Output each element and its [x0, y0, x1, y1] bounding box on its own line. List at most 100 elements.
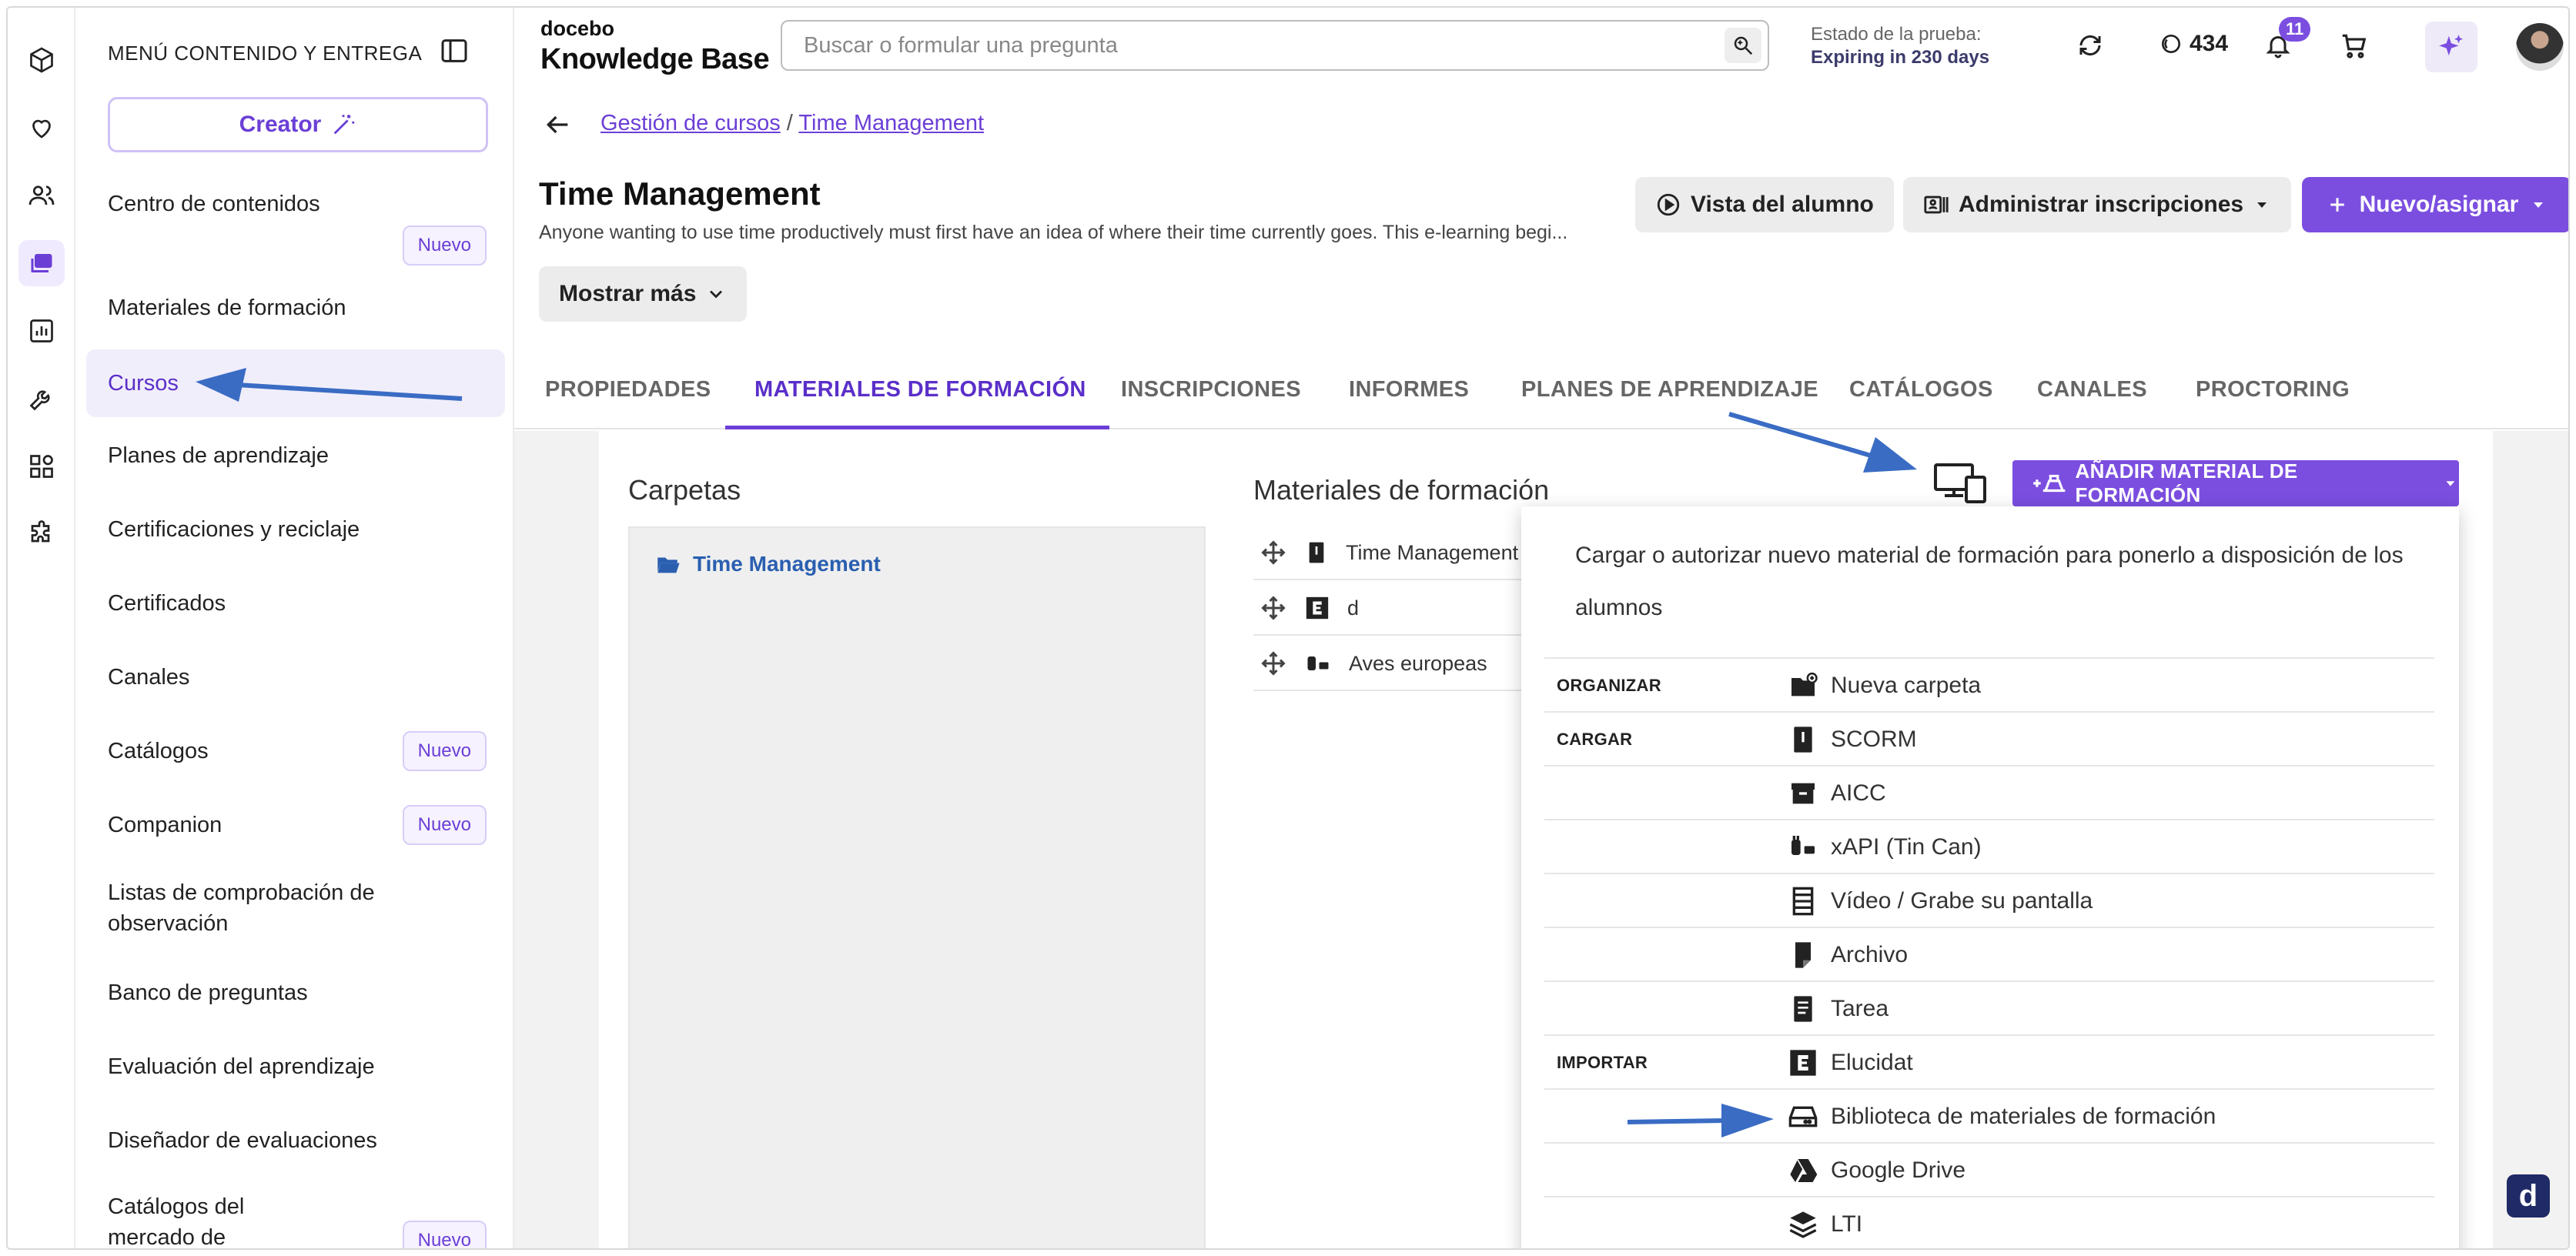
sidebar-toggle-icon[interactable] [439, 35, 473, 69]
show-more-button[interactable]: Mostrar más [539, 266, 748, 322]
sidebar-item-certificaciones[interactable]: Certificaciones y reciclaje [108, 514, 500, 545]
credits-counter[interactable]: 434 [2159, 31, 2228, 57]
sidebar-item-mercado[interactable]: Catálogos del mercado de [108, 1191, 308, 1248]
menu-item-archivo[interactable]: Archivo [1788, 928, 1908, 982]
google-drive-icon [1790, 1159, 1818, 1182]
materials-title: Materiales de formación [1253, 474, 1550, 506]
multi-device-icon[interactable] [1932, 462, 1988, 505]
aicc-icon [1791, 783, 1815, 804]
magic-wand-icon [334, 115, 355, 135]
drag-handle-icon[interactable] [1260, 539, 1287, 566]
menu-item-aicc[interactable]: AICC [1788, 767, 1886, 820]
cube-icon[interactable] [18, 37, 65, 83]
menu-item-lti[interactable]: LTI [1788, 1198, 1862, 1248]
breadcrumb: Gestión de cursos / Time Management [601, 111, 984, 136]
menu-item-video[interactable]: Vídeo / Grabe su pantalla [1788, 874, 2093, 928]
breadcrumb-current[interactable]: Time Management [798, 111, 984, 135]
sync-icon[interactable] [2071, 26, 2109, 65]
folder-open-icon [657, 557, 680, 573]
menu-item-elucidat[interactable]: Elucidat [1788, 1036, 1913, 1090]
elucidat-icon [1790, 1050, 1816, 1076]
ai-sparkle-icon[interactable] [2425, 22, 2477, 72]
tab-materiales[interactable]: MATERIALES DE FORMACIÓN [725, 377, 1109, 429]
creator-label: Creator [239, 112, 322, 137]
avatar[interactable] [2516, 23, 2564, 71]
tab-proctoring[interactable]: PROCTORING [2196, 377, 2350, 429]
sidebar-item-canales[interactable]: Canales [108, 662, 500, 693]
breadcrumb-separator: / [786, 111, 793, 135]
sidebar-item-centro-contenidos[interactable]: Centro de contenidos [108, 189, 385, 219]
back-arrow-icon[interactable] [542, 109, 576, 140]
menu-item-tarea[interactable]: Tarea [1788, 982, 1889, 1036]
list-item[interactable]: Time Management [1253, 526, 1546, 580]
lti-icon [1789, 1211, 1817, 1238]
search-icon[interactable] [1725, 28, 1761, 63]
search-input[interactable]: Buscar o formular una pregunta [781, 20, 1769, 71]
category-importar: IMPORTAR [1557, 1053, 1648, 1072]
dropdown-row: Tarea [1544, 980, 2434, 1034]
content-library-icon[interactable] [18, 240, 65, 286]
list-item[interactable]: Aves europeas [1253, 637, 1546, 691]
annotation-arrow [196, 368, 463, 402]
users-icon[interactable] [18, 172, 65, 219]
tab-inscripciones[interactable]: INSCRIPCIONES [1121, 377, 1301, 429]
drag-handle-icon[interactable] [1260, 594, 1287, 622]
heart-icon[interactable] [18, 105, 65, 151]
tab-canales[interactable]: CANALES [2037, 377, 2147, 429]
credits-value: 434 [2190, 31, 2229, 56]
menu-item-biblioteca[interactable]: Biblioteca de materiales de formación [1788, 1090, 2216, 1144]
caret-down-icon [2257, 202, 2267, 208]
dropdown-row: ORGANIZAR Nueva carpeta [1544, 657, 2434, 711]
menu-item-xapi[interactable]: xAPI (Tin Can) [1788, 820, 1982, 874]
sidebar-item-listas[interactable]: Listas de comprobación de observación [108, 877, 400, 939]
elucidat-icon [1306, 596, 1329, 620]
sidebar-item-materiales[interactable]: Materiales de formación [108, 292, 500, 323]
search-placeholder: Buscar o formular una pregunta [804, 32, 1118, 58]
add-material-button[interactable]: AÑADIR MATERIAL DE FORMACIÓN [2012, 459, 2459, 506]
tab-informes[interactable]: INFORMES [1349, 377, 1469, 429]
dropdown-row: CARGAR SCORM [1544, 711, 2434, 765]
dropdown-row: IMPORTAR Elucidat [1544, 1034, 2434, 1088]
manage-enrollments-button[interactable]: Administrar inscripciones [1903, 177, 2292, 232]
new-assign-button[interactable]: Nuevo/asignar [2302, 177, 2568, 232]
list-item[interactable]: d [1253, 582, 1546, 636]
creator-button[interactable]: Creator [108, 97, 488, 152]
enrollments-icon [1924, 195, 1949, 214]
trial-value: Expiring in 230 days [1811, 47, 1990, 68]
breadcrumb-gestion-cursos[interactable]: Gestión de cursos [601, 111, 781, 135]
menu-item-nueva-carpeta[interactable]: Nueva carpeta [1788, 659, 1981, 713]
learner-view-label: Vista del alumno [1691, 192, 1874, 217]
apps-icon[interactable] [18, 443, 65, 489]
drag-handle-icon[interactable] [1260, 650, 1287, 677]
new-badge: Nuevo [402, 225, 487, 266]
sidebar-item-certificados[interactable]: Certificados [108, 588, 500, 619]
menu-item-scorm[interactable]: SCORM [1788, 713, 1917, 767]
learner-view-button[interactable]: Vista del alumno [1635, 177, 1894, 232]
content-delivery-menu: MENÚ CONTENIDO Y ENTREGA Creator Centro … [75, 8, 514, 1248]
sidebar-item-evaluacion[interactable]: Evaluación del aprendizaje [108, 1051, 500, 1082]
trial-status: Estado de la prueba: Expiring in 230 day… [1811, 23, 1989, 69]
tab-propiedades[interactable]: PROPIEDADES [545, 377, 711, 429]
menu-header: MENÚ CONTENIDO Y ENTREGA [108, 42, 423, 65]
folder-item[interactable]: Time Management [654, 551, 881, 577]
page-title: Time Management [539, 175, 821, 212]
puzzle-icon[interactable] [18, 511, 65, 557]
sidebar-item-disenador[interactable]: Diseñador de evaluaciones [108, 1125, 500, 1156]
material-name: Time Management [1346, 540, 1519, 564]
wrench-icon[interactable] [18, 376, 65, 422]
docebo-d-icon[interactable]: d [2507, 1174, 2550, 1218]
menu-item-google-drive[interactable]: Google Drive [1788, 1144, 1965, 1198]
cart-icon[interactable] [2334, 26, 2373, 65]
new-assign-label: Nuevo/asignar [2359, 192, 2519, 217]
sidebar-item-banco-preguntas[interactable]: Banco de preguntas [108, 977, 500, 1008]
material-name: Aves europeas [1349, 651, 1487, 675]
reports-icon[interactable] [18, 308, 65, 354]
dropdown-row: AICC [1544, 765, 2434, 819]
dropdown-row: Google Drive [1544, 1142, 2434, 1196]
add-material-label: AÑADIR MATERIAL DE FORMACIÓN [2075, 459, 2298, 506]
scorm-icon [1794, 727, 1812, 753]
manage-enrollments-label: Administrar inscripciones [1959, 192, 2244, 217]
dropdown-row: Archivo [1544, 927, 2434, 980]
sidebar-item-planes[interactable]: Planes de aprendizaje [108, 440, 500, 471]
brand-logo[interactable]: Knowledge Base [540, 43, 770, 76]
